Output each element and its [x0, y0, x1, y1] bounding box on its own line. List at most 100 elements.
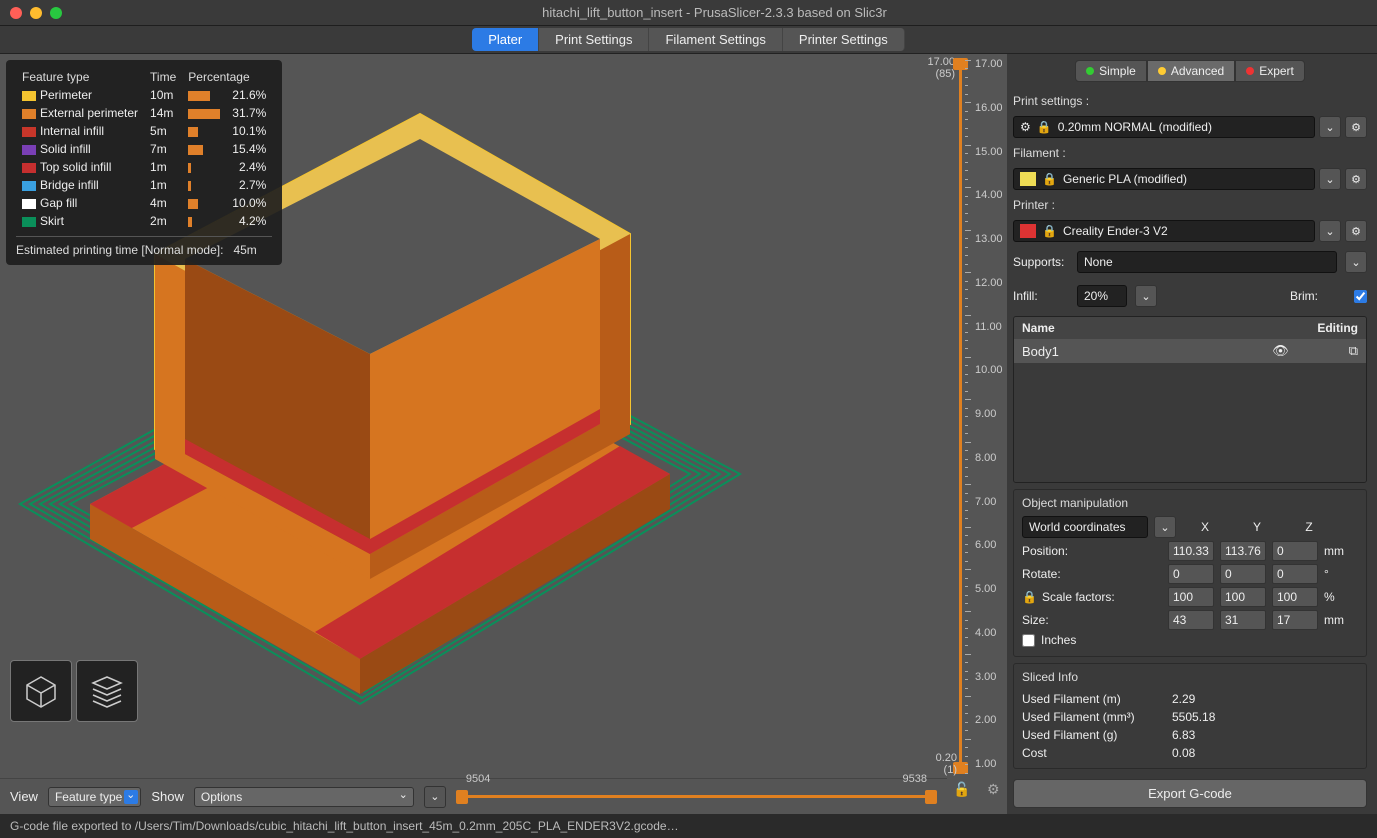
minimize-icon[interactable] — [30, 7, 42, 19]
maximize-icon[interactable] — [50, 7, 62, 19]
print-preset-dropdown[interactable]: ⚙ 🔒 0.20mm NORMAL (modified) — [1013, 116, 1315, 138]
export-gcode-button[interactable]: Export G-code — [1013, 779, 1367, 808]
view-layers-button[interactable] — [76, 660, 138, 722]
lock-icon: 🔒 — [1042, 224, 1057, 238]
lock-scale-icon[interactable]: 🔒 — [1022, 590, 1036, 604]
mode-tabs: Simple Advanced Expert — [1013, 60, 1367, 82]
infill-label: Infill: — [1013, 289, 1069, 303]
size-y-input[interactable] — [1220, 610, 1266, 630]
rot-x-input[interactable] — [1168, 564, 1214, 584]
mode-simple[interactable]: Simple — [1075, 60, 1147, 82]
mode-advanced[interactable]: Advanced — [1147, 60, 1235, 82]
vertical-layer-slider[interactable]: 17.00 (85) 17.0016.0015.0014.0013.0012.0… — [947, 54, 1007, 814]
eye-icon[interactable]: 👁 — [1272, 343, 1289, 359]
print-settings-label: Print settings : — [1013, 94, 1367, 108]
legend-h-time: Time — [144, 68, 182, 86]
legend-row[interactable]: External perimeter14m31.7% — [16, 104, 272, 122]
object-list: Name Editing Body1 👁 ⧉ — [1013, 316, 1367, 483]
view-3d-button[interactable] — [10, 660, 72, 722]
object-name: Body1 — [1022, 344, 1272, 359]
print-preset-gear[interactable]: ⚙ — [1345, 116, 1367, 138]
rot-z-input[interactable] — [1272, 564, 1318, 584]
main-tabs: Plater Print Settings Filament Settings … — [0, 26, 1377, 54]
size-z-input[interactable] — [1272, 610, 1318, 630]
inches-checkbox[interactable] — [1022, 634, 1035, 647]
legend-row[interactable]: Top solid infill1m2.4% — [16, 158, 272, 176]
view-label: View — [10, 789, 38, 804]
pos-z-input[interactable] — [1272, 541, 1318, 561]
tab-filament-settings[interactable]: Filament Settings — [649, 28, 782, 51]
hslider-left-label: 9504 — [466, 773, 490, 785]
ruler-top-value: 17.00 — [927, 56, 955, 68]
tab-print-settings[interactable]: Print Settings — [539, 28, 649, 51]
preview-canvas[interactable]: Feature type Time Percentage Perimeter10… — [0, 54, 947, 778]
filament-color-swatch — [1020, 172, 1036, 186]
sidebar: Simple Advanced Expert Print settings : … — [1007, 54, 1377, 814]
lock-icon[interactable]: 🔓 — [953, 781, 970, 798]
supports-arrow[interactable]: ⌄ — [1345, 251, 1367, 273]
view-dropdown[interactable]: Feature type — [48, 787, 141, 807]
object-manipulation-panel: Object manipulation World coordinates ⌄ … — [1013, 489, 1367, 657]
show-dropdown-arrow[interactable]: ⌄ — [424, 786, 446, 808]
printer-icon — [1020, 224, 1036, 238]
tab-printer-settings[interactable]: Printer Settings — [783, 28, 905, 51]
tab-plater[interactable]: Plater — [472, 28, 539, 51]
infill-arrow[interactable]: ⌄ — [1135, 285, 1157, 307]
scale-y-input[interactable] — [1220, 587, 1266, 607]
inches-label: Inches — [1041, 633, 1076, 647]
legend-row[interactable]: Bridge infill1m2.7% — [16, 176, 272, 194]
filament-preset-dropdown[interactable]: 🔒 Generic PLA (modified) — [1013, 168, 1315, 190]
printer-preset-arrow[interactable]: ⌄ — [1319, 220, 1341, 242]
ruler-top-sub: (85) — [935, 68, 955, 80]
coord-arrow[interactable]: ⌄ — [1154, 516, 1176, 538]
lock-icon: 🔒 — [1042, 172, 1057, 186]
size-x-input[interactable] — [1168, 610, 1214, 630]
ruler-bot-value: 0.20 — [936, 752, 957, 764]
window-title: hitachi_lift_button_insert - PrusaSlicer… — [62, 5, 1367, 20]
horizontal-layer-slider[interactable]: 9504 9538 — [456, 787, 937, 807]
rotate-label: Rotate: — [1022, 567, 1162, 581]
printer-preset-dropdown[interactable]: 🔒 Creality Ender-3 V2 — [1013, 220, 1315, 242]
view-toggles — [10, 660, 138, 722]
slider-settings-icon[interactable]: ⚙ — [987, 781, 1000, 798]
brim-label: Brim: — [1290, 289, 1346, 303]
show-dropdown[interactable]: Options — [194, 787, 414, 807]
show-label: Show — [151, 789, 184, 804]
filament-preset-arrow[interactable]: ⌄ — [1319, 168, 1341, 190]
legend-row[interactable]: Perimeter10m21.6% — [16, 86, 272, 104]
mode-expert[interactable]: Expert — [1235, 60, 1305, 82]
brim-checkbox[interactable] — [1354, 290, 1367, 303]
legend-row[interactable]: Gap fill4m10.0% — [16, 194, 272, 212]
status-bar: G-code file exported to /Users/Tim/Downl… — [0, 814, 1377, 838]
print-preset-arrow[interactable]: ⌄ — [1319, 116, 1341, 138]
sliced-row: Used Filament (m)2.29 — [1022, 690, 1358, 708]
rot-y-input[interactable] — [1220, 564, 1266, 584]
printer-preset-gear[interactable]: ⚙ — [1345, 220, 1367, 242]
filament-label: Filament : — [1013, 146, 1367, 160]
sliced-info-panel: Sliced Info Used Filament (m)2.29Used Fi… — [1013, 663, 1367, 769]
printer-label: Printer : — [1013, 198, 1367, 212]
close-icon[interactable] — [10, 7, 22, 19]
obj-h-editing: Editing — [1317, 321, 1358, 335]
sliced-row: Used Filament (mm³)5505.18 — [1022, 708, 1358, 726]
scale-x-input[interactable] — [1168, 587, 1214, 607]
obj-h-name: Name — [1022, 321, 1317, 335]
object-row[interactable]: Body1 👁 ⧉ — [1014, 339, 1366, 363]
coord-type-dropdown[interactable]: World coordinates — [1022, 516, 1148, 538]
gear-icon: ⚙ — [1020, 120, 1031, 134]
filament-preset-gear[interactable]: ⚙ — [1345, 168, 1367, 190]
pos-y-input[interactable] — [1220, 541, 1266, 561]
legend-row[interactable]: Solid infill7m15.4% — [16, 140, 272, 158]
supports-dropdown[interactable]: None — [1077, 251, 1337, 273]
pos-x-input[interactable] — [1168, 541, 1214, 561]
ruler-labels: 17.0016.0015.0014.0013.0012.0011.0010.00… — [975, 54, 1003, 774]
legend-row[interactable]: Skirt2m4.2% — [16, 212, 272, 230]
plater-panel: Feature type Time Percentage Perimeter10… — [0, 54, 947, 814]
edit-icon[interactable]: ⧉ — [1349, 343, 1358, 359]
legend-row[interactable]: Internal infill5m10.1% — [16, 122, 272, 140]
sliced-row: Cost0.08 — [1022, 744, 1358, 762]
est-time-label: Estimated printing time [Normal mode]: — [16, 243, 223, 257]
scale-z-input[interactable] — [1272, 587, 1318, 607]
position-label: Position: — [1022, 544, 1162, 558]
infill-dropdown[interactable]: 20% — [1077, 285, 1127, 307]
